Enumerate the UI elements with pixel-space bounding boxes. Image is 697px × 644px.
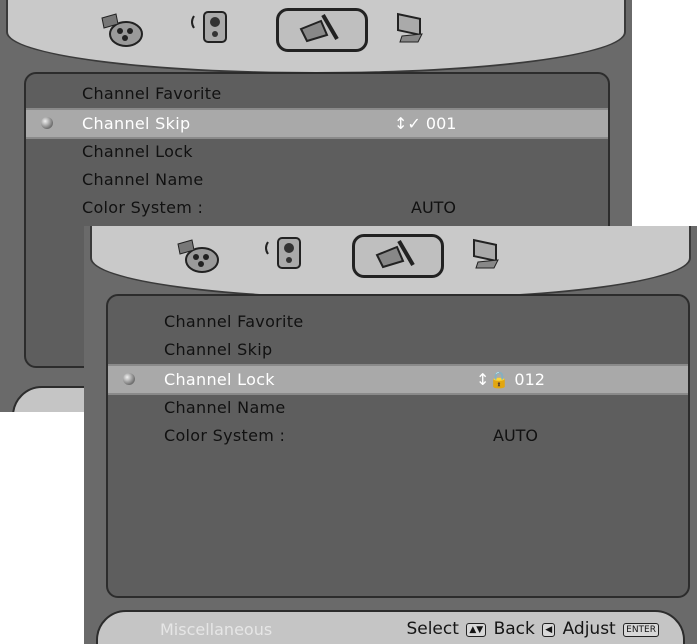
selection-bullet-icon: [123, 373, 135, 385]
tools-icon[interactable]: [373, 235, 421, 273]
tools-icon[interactable]: [297, 9, 345, 47]
menu-item-label: Channel Favorite: [164, 312, 304, 331]
menu-item-channel-lock[interactable]: Channel Lock ↕🔒 012: [108, 364, 688, 395]
footer-section-title: Miscellaneous: [160, 620, 273, 639]
computer-icon[interactable]: [464, 234, 512, 272]
up-down-key-icon: ▲▼: [466, 623, 487, 637]
menu-item-label: Channel Favorite: [82, 84, 222, 103]
menu-item-label: Channel Lock: [82, 142, 193, 161]
menu-item-channel-skip[interactable]: Channel Skip ↕✓ 001: [26, 108, 608, 139]
menu-item-label: Channel Lock: [164, 370, 275, 389]
menu-item-label: Color System :: [82, 198, 204, 217]
speaker-icon[interactable]: [262, 234, 310, 272]
category-tab-bar: [90, 226, 691, 300]
selected-tab-frame: [352, 234, 444, 278]
menu-item-channel-name[interactable]: Channel Name: [108, 394, 688, 421]
menu-item-channel-name[interactable]: Channel Name: [26, 166, 608, 193]
menu-panel: Channel Favorite Channel Skip Channel Lo…: [106, 294, 690, 598]
menu-item-label: Channel Name: [164, 398, 286, 417]
selection-bullet-icon: [41, 117, 53, 129]
menu-item-label: Channel Name: [82, 170, 204, 189]
color-system-value: AUTO: [411, 198, 457, 217]
menu-item-label: Color System :: [164, 426, 286, 445]
back-help-label: Back: [493, 619, 535, 639]
speaker-icon[interactable]: [188, 8, 236, 46]
menu-item-channel-skip[interactable]: Channel Skip: [108, 336, 688, 363]
select-help-label: Select: [406, 619, 459, 639]
color-system-value: AUTO: [493, 426, 539, 445]
adjust-help-label: Adjust: [562, 619, 616, 639]
enter-key-icon: ENTER: [623, 623, 659, 637]
menu-item-channel-favorite[interactable]: Channel Favorite: [26, 80, 608, 107]
menu-item-label: Channel Skip: [164, 340, 273, 359]
movie-reel-icon[interactable]: [98, 10, 146, 48]
osd-screen-front: Channel Favorite Channel Skip Channel Lo…: [84, 226, 697, 644]
lock-value[interactable]: ↕🔒 012: [476, 370, 545, 389]
movie-reel-icon[interactable]: [174, 236, 222, 274]
computer-icon[interactable]: [388, 8, 436, 46]
left-key-icon: ◀: [542, 623, 556, 637]
menu-item-channel-favorite[interactable]: Channel Favorite: [108, 308, 688, 335]
menu-item-color-system[interactable]: Color System : AUTO: [26, 194, 608, 221]
selected-tab-frame: [276, 8, 368, 52]
footer-help: Select ▲▼ Back ◀ Adjust ENTER: [406, 619, 661, 639]
menu-item-channel-lock[interactable]: Channel Lock: [26, 138, 608, 165]
menu-item-color-system[interactable]: Color System : AUTO: [108, 422, 688, 449]
menu-item-label: Channel Skip: [82, 114, 191, 133]
footer-bar: Miscellaneous Select ▲▼ Back ◀ Adjust EN…: [96, 610, 685, 644]
category-tab-bar: [6, 0, 626, 74]
skip-value[interactable]: ↕✓ 001: [394, 114, 456, 133]
